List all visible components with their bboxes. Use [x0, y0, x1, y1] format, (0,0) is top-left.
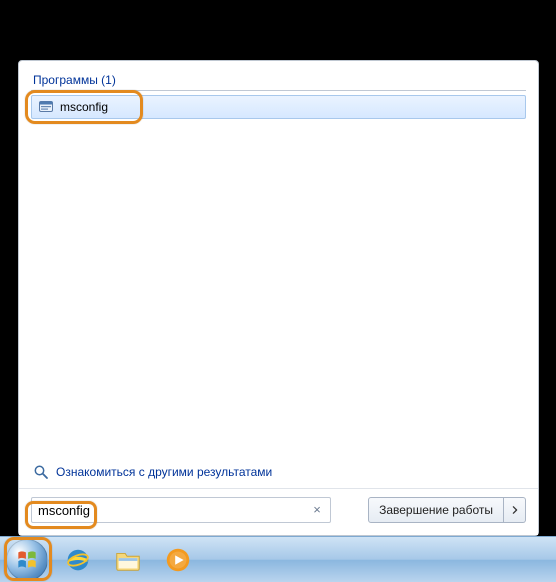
result-item-msconfig[interactable]: msconfig [31, 95, 526, 119]
section-title: Программы [33, 73, 98, 87]
more-results-label: Ознакомиться с другими результатами [56, 465, 272, 479]
taskbar-icon-ie[interactable] [58, 542, 98, 578]
file-explorer-icon [113, 545, 143, 575]
search-input[interactable] [38, 503, 310, 518]
search-icon [33, 464, 49, 480]
windows-logo-icon [14, 547, 40, 573]
section-header-programs: Программы (1) [31, 71, 526, 91]
media-player-icon [163, 545, 193, 575]
shutdown-options-button[interactable] [504, 497, 526, 523]
clear-search-icon[interactable]: × [310, 503, 324, 517]
taskbar-icon-explorer[interactable] [108, 542, 148, 578]
search-box[interactable]: × [31, 497, 331, 523]
search-results-area: Программы (1) msconfig [19, 61, 538, 458]
section-count: 1 [105, 73, 112, 87]
more-results-link[interactable]: Ознакомиться с другими результатами [19, 458, 538, 488]
taskbar [0, 536, 556, 582]
internet-explorer-icon [63, 545, 93, 575]
start-button[interactable] [6, 539, 48, 581]
msconfig-icon [38, 99, 54, 115]
start-menu-bottom-bar: × Завершение работы [19, 488, 538, 535]
start-menu: Программы (1) msconfig [18, 60, 539, 536]
taskbar-icon-media-player[interactable] [158, 542, 198, 578]
shutdown-button[interactable]: Завершение работы [368, 497, 504, 523]
desktop-background: Программы (1) msconfig [0, 0, 556, 582]
result-item-label: msconfig [60, 100, 108, 114]
chevron-right-icon [511, 506, 519, 514]
shutdown-group: Завершение работы [368, 497, 526, 523]
